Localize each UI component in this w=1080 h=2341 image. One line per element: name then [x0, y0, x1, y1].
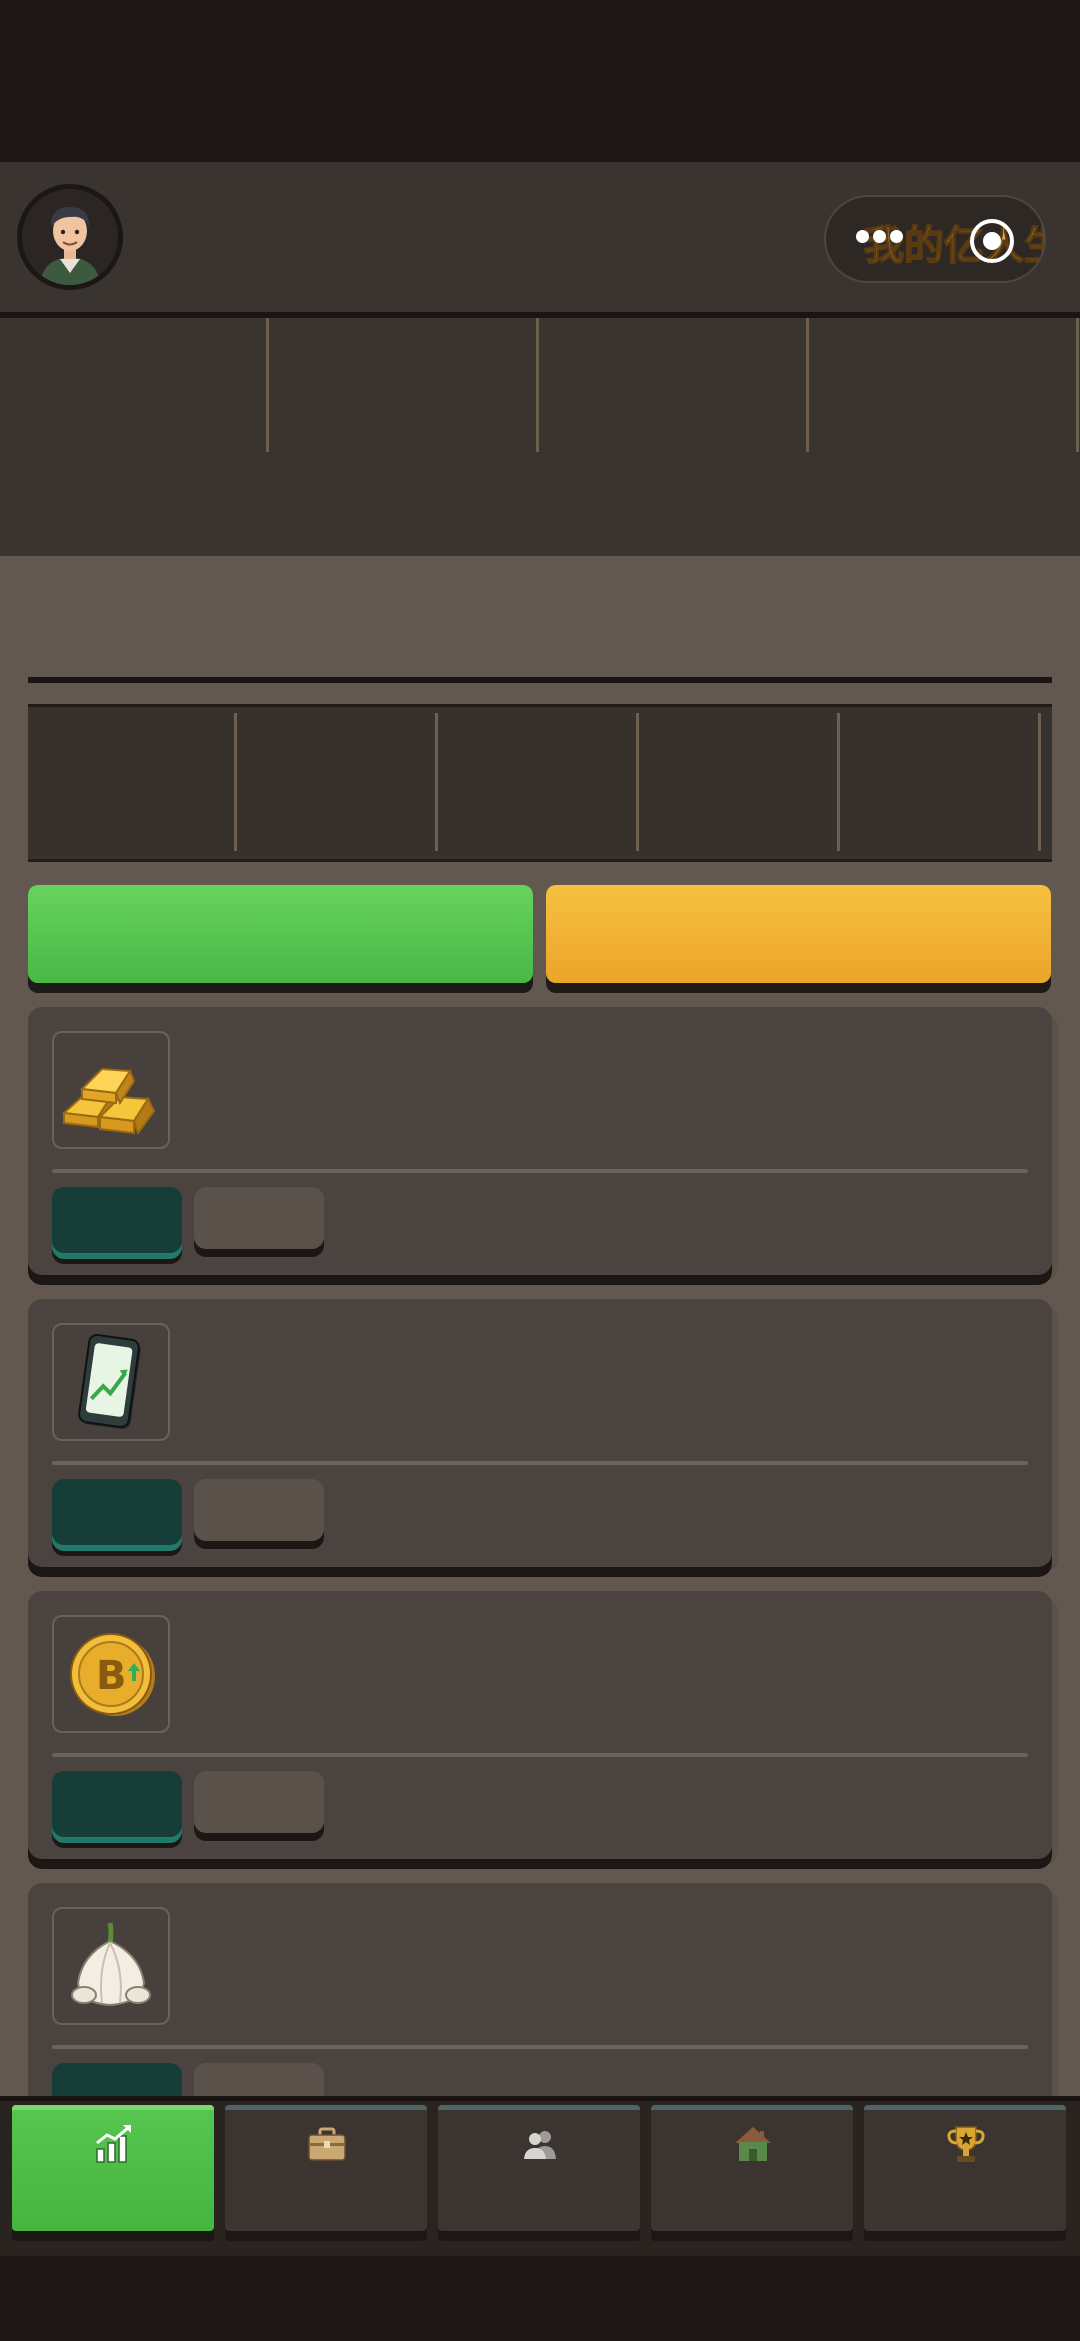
panel-divider [435, 713, 438, 851]
tab-highlight [864, 2105, 1066, 2110]
tab-highlight [651, 2105, 853, 2110]
close-target-icon[interactable] [970, 219, 1014, 263]
stats-divider [806, 318, 809, 452]
player-avatar[interactable] [17, 184, 123, 290]
people-icon [524, 2131, 556, 2159]
nav-divider [0, 2096, 1080, 2101]
gold-bars-icon [61, 1067, 156, 1136]
trophy-icon [947, 2126, 985, 2162]
home-indicator-area [0, 2256, 1080, 2341]
market-area: B [0, 556, 1080, 2151]
briefcase-icon [308, 2127, 346, 2161]
tab-home[interactable] [651, 2105, 853, 2231]
bitcoin-icon: B [70, 1633, 155, 1716]
section-divider [28, 677, 1052, 683]
tab-highlight [12, 2105, 214, 2110]
item-icon-box [52, 1031, 170, 1149]
tab-highlight [225, 2105, 427, 2110]
buy-button[interactable] [52, 1187, 182, 1253]
more-dots-icon[interactable] [856, 230, 907, 248]
panel-divider [1038, 713, 1041, 851]
stats-divider [536, 318, 539, 452]
card-separator [52, 1461, 1028, 1465]
game-screen: 我的亿人生 B [0, 0, 1080, 2341]
buy-button[interactable] [52, 1771, 182, 1837]
card-separator [52, 1169, 1028, 1173]
avatar-icon [22, 189, 118, 285]
tab-social[interactable] [438, 2105, 640, 2231]
sell-button[interactable] [194, 1479, 324, 1541]
sell-button[interactable] [194, 1771, 324, 1833]
market-item-card: B [28, 1591, 1052, 1859]
header: 我的亿人生 [0, 162, 1080, 312]
tab-business[interactable] [225, 2105, 427, 2231]
status-area [0, 0, 1080, 162]
tab-ranking[interactable] [864, 2105, 1066, 2231]
panel-divider [636, 713, 639, 851]
tab-market[interactable] [12, 2105, 214, 2231]
green-action-button[interactable] [28, 885, 533, 983]
buy-button[interactable] [52, 1479, 182, 1545]
market-item-card [28, 1299, 1052, 1567]
market-chart-icon [96, 2125, 131, 2163]
market-stat-panel [28, 704, 1052, 862]
stock-phone-icon [78, 1333, 141, 1430]
bottom-nav [0, 2096, 1080, 2256]
stats-divider [1076, 318, 1079, 452]
tab-highlight [438, 2105, 640, 2110]
mini-program-capsule: 我的亿人生 [824, 195, 1046, 283]
panel-divider [234, 713, 237, 851]
garlic-icon [71, 1922, 151, 2007]
svg-text:B: B [96, 1653, 127, 1699]
card-separator [52, 1753, 1028, 1757]
panel-divider [837, 713, 840, 851]
card-separator [52, 2045, 1028, 2049]
item-icon-box [52, 1907, 170, 2025]
sell-button[interactable] [194, 1187, 324, 1249]
stats-strip [0, 318, 1080, 556]
item-icon-box: B [52, 1615, 170, 1733]
house-icon [735, 2127, 771, 2161]
stats-divider [266, 318, 269, 452]
yellow-action-button[interactable] [546, 885, 1051, 983]
market-item-card [28, 1007, 1052, 1275]
item-icon-box [52, 1323, 170, 1441]
